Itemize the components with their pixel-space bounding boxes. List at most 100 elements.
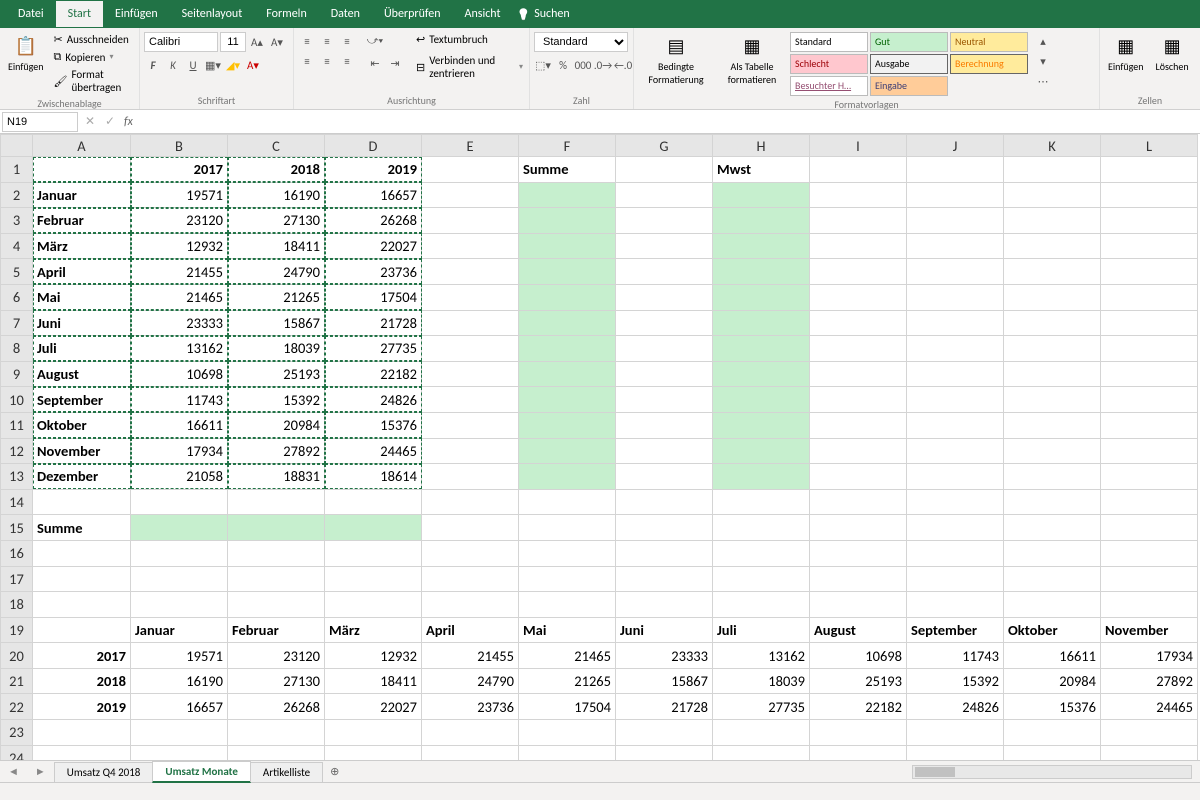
cell-K17[interactable] — [1004, 566, 1101, 592]
cell-J12[interactable] — [907, 438, 1004, 464]
cell-G6[interactable] — [616, 284, 713, 310]
cell-D12[interactable]: 24465 — [325, 438, 422, 464]
cell-E18[interactable] — [422, 592, 519, 618]
row-header-23[interactable]: 23 — [1, 720, 33, 746]
cell-K9[interactable] — [1004, 361, 1101, 387]
cell-C2[interactable]: 16190 — [228, 182, 325, 208]
cell-F14[interactable] — [519, 489, 616, 515]
cell-F15[interactable] — [519, 515, 616, 541]
cell-A16[interactable] — [33, 540, 131, 566]
cell-A9[interactable]: August — [33, 361, 131, 387]
cell-D21[interactable]: 18411 — [325, 668, 422, 694]
cell-B23[interactable] — [131, 720, 228, 746]
sheet-tab-2[interactable]: Artikelliste — [250, 762, 323, 782]
cell-D1[interactable]: 2019 — [325, 157, 422, 183]
cell-A19[interactable] — [33, 617, 131, 643]
row-header-24[interactable]: 24 — [1, 745, 33, 760]
cell-A2[interactable]: Januar — [33, 182, 131, 208]
sheet-nav-next[interactable]: ► — [27, 765, 54, 778]
cell-D9[interactable]: 22182 — [325, 361, 422, 387]
cell-B10[interactable]: 11743 — [131, 387, 228, 413]
cell-J22[interactable]: 24826 — [907, 694, 1004, 720]
cell-L2[interactable] — [1101, 182, 1198, 208]
cell-H24[interactable] — [713, 745, 810, 760]
cell-B15[interactable] — [131, 515, 228, 541]
cell-J10[interactable] — [907, 387, 1004, 413]
cell-C23[interactable] — [228, 720, 325, 746]
cell-L17[interactable] — [1101, 566, 1198, 592]
tab-daten[interactable]: Daten — [319, 1, 372, 27]
cell-H21[interactable]: 18039 — [713, 668, 810, 694]
cell-J15[interactable] — [907, 515, 1004, 541]
cell-H6[interactable] — [713, 284, 810, 310]
styles-scroll-down[interactable]: ▾ — [1034, 52, 1052, 70]
cell-J17[interactable] — [907, 566, 1004, 592]
cell-L4[interactable] — [1101, 233, 1198, 259]
cell-B4[interactable]: 12932 — [131, 233, 228, 259]
cell-C7[interactable]: 15867 — [228, 310, 325, 336]
shrink-font-button[interactable]: A▾ — [268, 33, 286, 51]
cancel-formula-button[interactable]: ✕ — [80, 114, 100, 129]
cell-D15[interactable] — [325, 515, 422, 541]
cell-L16[interactable] — [1101, 540, 1198, 566]
align-middle-button[interactable]: ≡ — [318, 32, 336, 50]
cell-J18[interactable] — [907, 592, 1004, 618]
cell-style-standard[interactable]: Standard — [790, 32, 868, 52]
cell-F21[interactable]: 21265 — [519, 668, 616, 694]
cell-I10[interactable] — [810, 387, 907, 413]
cell-B19[interactable]: Januar — [131, 617, 228, 643]
cell-D5[interactable]: 23736 — [325, 259, 422, 285]
cell-H17[interactable] — [713, 566, 810, 592]
cell-F17[interactable] — [519, 566, 616, 592]
cell-E1[interactable] — [422, 157, 519, 183]
cell-K15[interactable] — [1004, 515, 1101, 541]
cell-G8[interactable] — [616, 336, 713, 362]
cell-D13[interactable]: 18614 — [325, 464, 422, 490]
cell-F2[interactable] — [519, 182, 616, 208]
align-bottom-button[interactable]: ≡ — [338, 32, 356, 50]
tab-ansicht[interactable]: Ansicht — [453, 1, 513, 27]
cell-J4[interactable] — [907, 233, 1004, 259]
underline-button[interactable]: U — [184, 56, 202, 74]
cell-L3[interactable] — [1101, 208, 1198, 234]
cell-G15[interactable] — [616, 515, 713, 541]
row-header-5[interactable]: 5 — [1, 259, 33, 285]
indent-increase-button[interactable]: ⇥ — [386, 54, 404, 72]
cell-E13[interactable] — [422, 464, 519, 490]
grow-font-button[interactable]: A▴ — [248, 33, 266, 51]
cell-K14[interactable] — [1004, 489, 1101, 515]
cell-style-ausgabe[interactable]: Ausgabe — [870, 54, 948, 74]
cell-H12[interactable] — [713, 438, 810, 464]
cell-F9[interactable] — [519, 361, 616, 387]
cell-J3[interactable] — [907, 208, 1004, 234]
cell-E17[interactable] — [422, 566, 519, 592]
cell-F1[interactable]: Summe — [519, 157, 616, 183]
row-header-22[interactable]: 22 — [1, 694, 33, 720]
styles-gallery-button[interactable]: ⋯ — [1034, 72, 1052, 90]
enter-formula-button[interactable]: ✓ — [100, 114, 120, 129]
col-header-D[interactable]: D — [325, 135, 422, 157]
cell-J11[interactable] — [907, 412, 1004, 438]
cell-B7[interactable]: 23333 — [131, 310, 228, 336]
tab-einfuegen[interactable]: Einfügen — [103, 1, 170, 27]
cell-L12[interactable] — [1101, 438, 1198, 464]
cell-D4[interactable]: 22027 — [325, 233, 422, 259]
cell-I11[interactable] — [810, 412, 907, 438]
italic-button[interactable]: K — [164, 56, 182, 74]
col-header-C[interactable]: C — [228, 135, 325, 157]
col-header-J[interactable]: J — [907, 135, 1004, 157]
paste-button[interactable]: 📋 Einfügen — [4, 32, 48, 75]
cell-E4[interactable] — [422, 233, 519, 259]
cell-J2[interactable] — [907, 182, 1004, 208]
cell-H4[interactable] — [713, 233, 810, 259]
cell-G3[interactable] — [616, 208, 713, 234]
cell-J16[interactable] — [907, 540, 1004, 566]
cell-J19[interactable]: September — [907, 617, 1004, 643]
cell-K19[interactable]: Oktober — [1004, 617, 1101, 643]
cells-delete-button[interactable]: ▦Löschen — [1152, 32, 1193, 75]
cell-G12[interactable] — [616, 438, 713, 464]
align-left-button[interactable]: ≡ — [298, 52, 316, 70]
cell-D3[interactable]: 26268 — [325, 208, 422, 234]
cell-F24[interactable] — [519, 745, 616, 760]
cell-J5[interactable] — [907, 259, 1004, 285]
